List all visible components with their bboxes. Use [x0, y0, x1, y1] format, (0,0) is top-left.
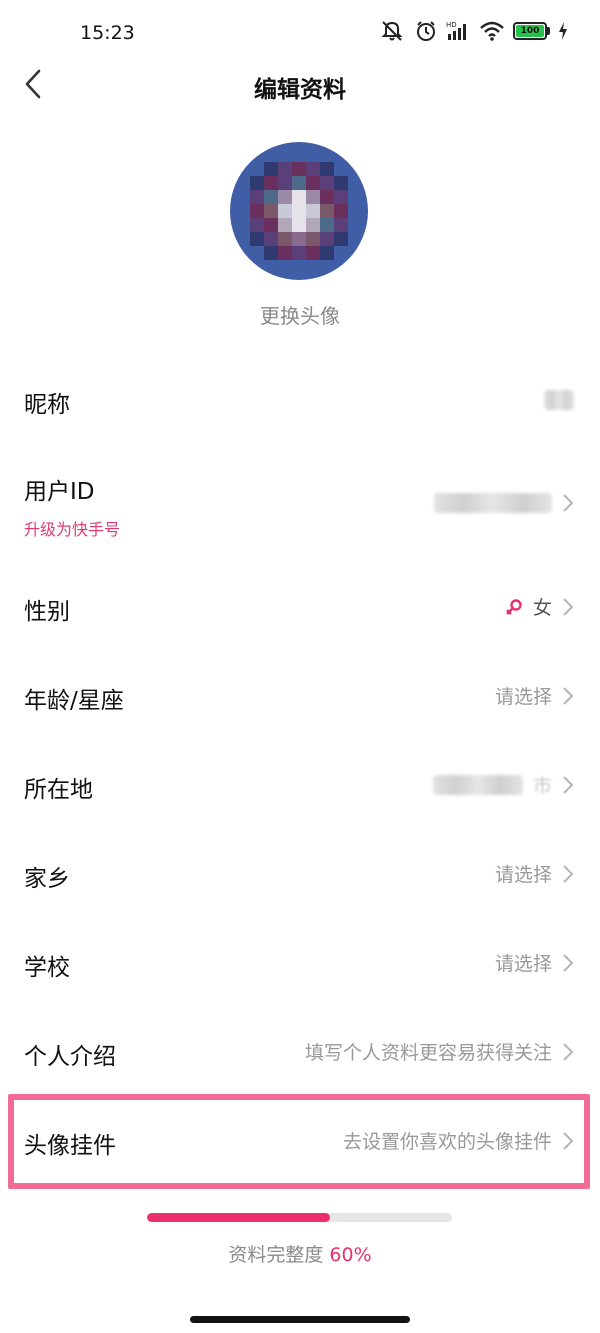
battery-level: 100	[516, 25, 544, 37]
nickname-value-blurred	[544, 389, 574, 410]
completeness-percent: 60%	[329, 1244, 372, 1266]
home-indicator[interactable]	[190, 1316, 410, 1323]
completeness-label: 资料完整度	[228, 1244, 324, 1266]
alarm-icon	[415, 20, 437, 42]
completeness-progress-fill	[147, 1213, 330, 1222]
page-title: 编辑资料	[254, 77, 346, 103]
pendant-value: 去设置你喜欢的头像挂件	[342, 1131, 552, 1153]
chevron-right-icon	[563, 494, 574, 512]
row-age-zodiac[interactable]: 年龄/星座 请选择	[0, 651, 600, 740]
mute-icon	[381, 20, 407, 42]
row-gender[interactable]: 性别 女	[0, 562, 600, 651]
chevron-right-icon	[563, 686, 574, 705]
age-value: 请选择	[494, 686, 552, 708]
row-school[interactable]: 学校 请选择	[0, 918, 600, 1007]
completeness-progress-bar	[147, 1213, 452, 1222]
chevron-right-icon	[563, 775, 574, 794]
row-user-id[interactable]: 用户ID 升级为快手号	[0, 444, 600, 562]
upgrade-link[interactable]: 升级为快手号	[24, 516, 120, 540]
charging-icon	[558, 21, 568, 41]
row-label: 昵称	[24, 392, 70, 418]
row-avatar-pendant[interactable]: 头像挂件 去设置你喜欢的头像挂件	[0, 1096, 600, 1185]
wifi-icon	[479, 20, 505, 42]
location-value-suffix: 市	[532, 775, 552, 797]
gender-value: 女	[532, 597, 552, 619]
chevron-right-icon	[563, 597, 574, 616]
status-icons: HD 100	[381, 20, 568, 42]
chevron-left-icon[interactable]	[18, 66, 50, 102]
row-label: 年龄/星座	[24, 688, 124, 714]
avatar[interactable]	[230, 142, 368, 280]
location-value-blurred	[432, 774, 523, 795]
row-nickname[interactable]: 昵称	[0, 355, 600, 444]
completeness-text: 资料完整度 60%	[0, 1240, 600, 1267]
nav-bar: 编辑资料	[0, 62, 600, 108]
battery-icon: 100	[513, 22, 550, 40]
status-bar: 15:23 HD 100	[0, 0, 600, 62]
chevron-right-icon	[563, 1042, 574, 1061]
hometown-value: 请选择	[494, 864, 552, 886]
female-icon	[506, 598, 522, 615]
change-avatar-button[interactable]: 更换头像	[0, 300, 600, 329]
row-label: 头像挂件	[24, 1133, 116, 1159]
user-id-value-blurred	[434, 493, 552, 513]
hd-label: HD	[446, 21, 457, 29]
row-hometown[interactable]: 家乡 请选择	[0, 829, 600, 918]
row-location[interactable]: 所在地 市	[0, 740, 600, 829]
chevron-right-icon	[563, 953, 574, 972]
chevron-right-icon	[563, 1131, 574, 1150]
row-intro[interactable]: 个人介绍 填写个人资料更容易获得关注	[0, 1007, 600, 1096]
row-label: 性别	[24, 599, 70, 625]
school-value: 请选择	[494, 953, 552, 975]
status-time: 15:23	[80, 22, 135, 44]
row-label: 用户ID	[24, 479, 95, 505]
row-label: 个人介绍	[24, 1044, 116, 1070]
row-label: 家乡	[24, 866, 70, 892]
chevron-right-icon	[563, 864, 574, 883]
avatar-image	[250, 162, 348, 260]
row-label: 所在地	[24, 777, 93, 803]
intro-value: 填写个人资料更容易获得关注	[304, 1042, 552, 1064]
profile-field-list: 昵称 用户ID 升级为快手号 性别 女 年龄/星座 请选择 所在地 市 家乡 请…	[0, 355, 600, 1185]
hd-signal-icon: HD	[445, 20, 471, 42]
row-label: 学校	[24, 955, 70, 981]
